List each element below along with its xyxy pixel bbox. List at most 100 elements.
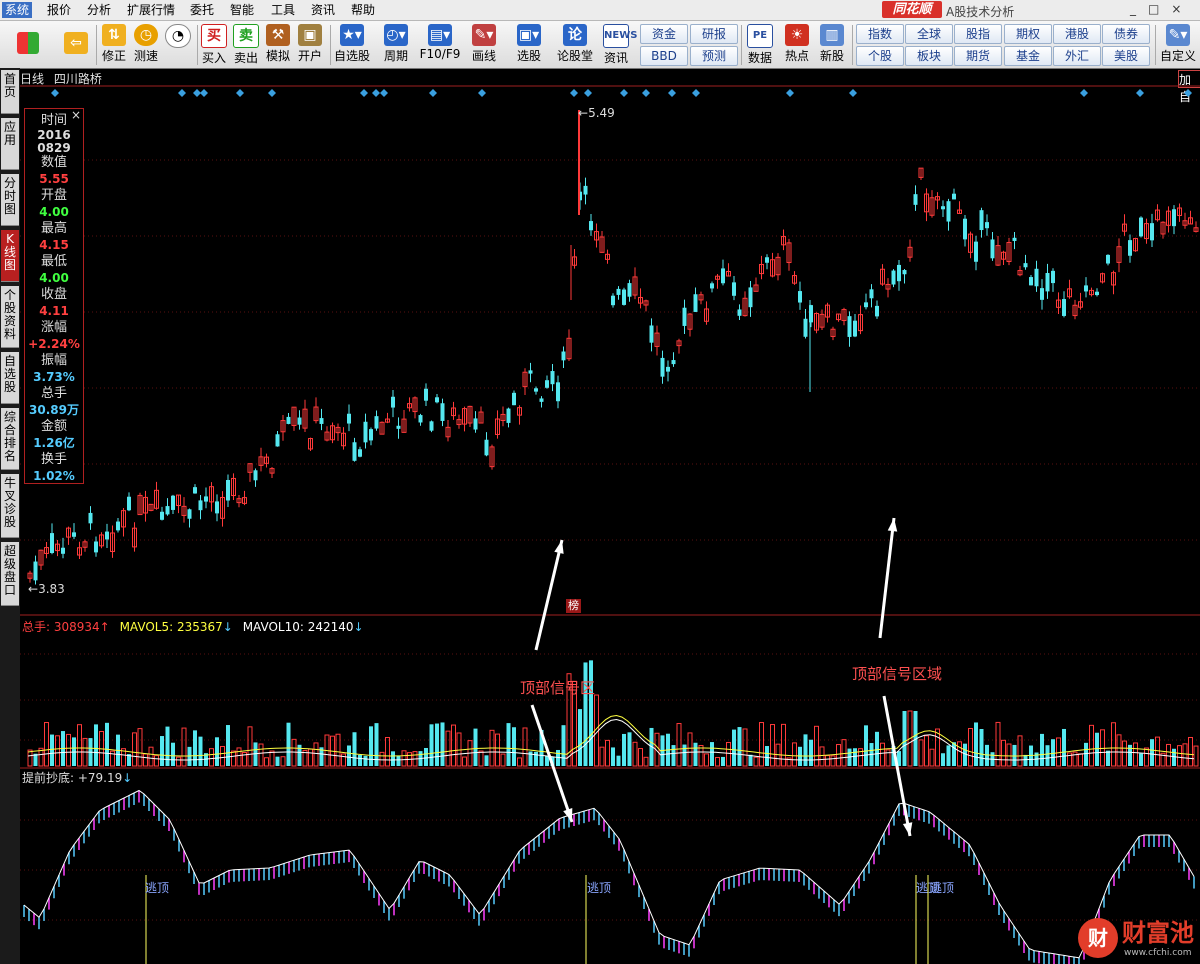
volume-bar — [968, 728, 973, 767]
volume-bar — [522, 727, 528, 767]
volume-bar — [732, 729, 736, 766]
volume-bar — [1078, 753, 1083, 767]
info-value: 30.89万 — [29, 403, 79, 417]
event-marker-icon — [51, 89, 59, 97]
candle-body — [990, 239, 995, 259]
info-value: 4.15 — [39, 238, 69, 252]
indicator-line — [23, 789, 1195, 959]
candle-body — [1084, 285, 1088, 292]
volume-bar — [226, 725, 230, 766]
candle-body — [737, 309, 742, 316]
volume-bar — [1150, 739, 1154, 766]
volume-bar — [347, 745, 351, 766]
candle-body — [946, 201, 951, 222]
candle-body — [864, 302, 868, 308]
volume-bar — [171, 742, 175, 766]
close-icon[interactable]: × — [71, 108, 81, 122]
candle-body — [286, 416, 291, 424]
volume-bar — [693, 742, 698, 766]
info-label: 收盘 — [40, 287, 67, 302]
event-marker-icon — [178, 89, 186, 97]
volume-total: 总手: 308934 — [22, 620, 100, 634]
candle-body — [765, 257, 769, 263]
candle-body — [347, 413, 351, 424]
volume-bar — [258, 743, 264, 767]
volume-bar — [765, 746, 769, 766]
candle-body — [198, 500, 203, 511]
candle-body — [875, 305, 879, 317]
candle-body — [913, 194, 918, 205]
volume-bar — [792, 742, 797, 767]
candle-body — [1034, 268, 1039, 287]
candle-body — [528, 370, 533, 374]
candle-body — [561, 351, 566, 361]
candle-body — [732, 282, 736, 296]
candle-body — [941, 206, 945, 210]
volume-bar — [1001, 739, 1006, 767]
volume-bar — [748, 754, 753, 766]
volume-bar — [401, 750, 407, 767]
volume-bar — [198, 736, 203, 766]
escape-signal-label: 逃顶 — [930, 881, 955, 895]
candle-body — [193, 487, 197, 494]
event-marker-icon — [360, 89, 368, 97]
candle-body — [94, 541, 98, 553]
event-marker-icon — [642, 89, 650, 97]
volume-bar — [825, 755, 830, 767]
volume-bar — [611, 747, 615, 766]
volume-bar — [1111, 722, 1116, 767]
volume-bar — [50, 734, 54, 766]
candle-body — [1051, 270, 1055, 284]
volume-bar — [742, 728, 748, 767]
candle-body — [374, 416, 379, 429]
candle-body — [358, 449, 362, 457]
volume-bar — [1006, 743, 1012, 767]
volume-bar — [935, 728, 940, 767]
volume-bar — [929, 748, 935, 767]
info-value: 0829 — [37, 141, 71, 155]
candle-body — [204, 496, 208, 502]
candle-body — [869, 289, 874, 299]
volume-bar — [154, 755, 159, 767]
volume-bar — [286, 722, 291, 766]
volume-bar — [396, 755, 401, 766]
volume-bar — [770, 724, 775, 767]
volume-bar — [1122, 740, 1127, 767]
volume-bar — [473, 728, 478, 766]
event-marker-icon — [584, 89, 592, 97]
volume-bar — [836, 744, 841, 767]
volume-bar — [809, 739, 813, 766]
volume-bar — [440, 722, 445, 766]
volume-bar — [605, 739, 610, 767]
volume-bar — [160, 736, 164, 766]
volume-bar — [698, 744, 704, 767]
candle-body — [853, 320, 857, 337]
event-marker-icon — [620, 89, 628, 97]
candle-body — [424, 388, 428, 401]
volume-bar — [236, 747, 242, 767]
candle-body — [1023, 263, 1028, 268]
rank-badge[interactable]: 榜 — [566, 599, 581, 613]
volume-bar — [94, 724, 98, 766]
candle-body — [974, 241, 978, 262]
event-marker-icon — [268, 89, 276, 97]
candle-body — [721, 268, 725, 284]
volume-bar — [704, 753, 709, 767]
event-marker-icon — [692, 89, 700, 97]
info-label: 总手 — [40, 386, 67, 401]
info-label: 开盘 — [40, 188, 67, 203]
candle-body — [979, 210, 984, 231]
volume-bar — [231, 750, 236, 767]
high-price-value: 5.49 — [588, 106, 615, 120]
candle-body — [1172, 209, 1176, 227]
volume-bar — [957, 741, 962, 767]
annotation-arrow — [878, 517, 896, 639]
low-price-label: ←3.83 — [28, 582, 65, 596]
candle-body — [693, 294, 698, 312]
kline-chart[interactable] — [0, 0, 1200, 964]
volume-bar — [830, 755, 836, 767]
volume-bar — [1045, 745, 1050, 766]
volume-bar — [132, 732, 137, 767]
volume-bar — [902, 711, 907, 766]
event-marker-icon — [372, 89, 380, 97]
